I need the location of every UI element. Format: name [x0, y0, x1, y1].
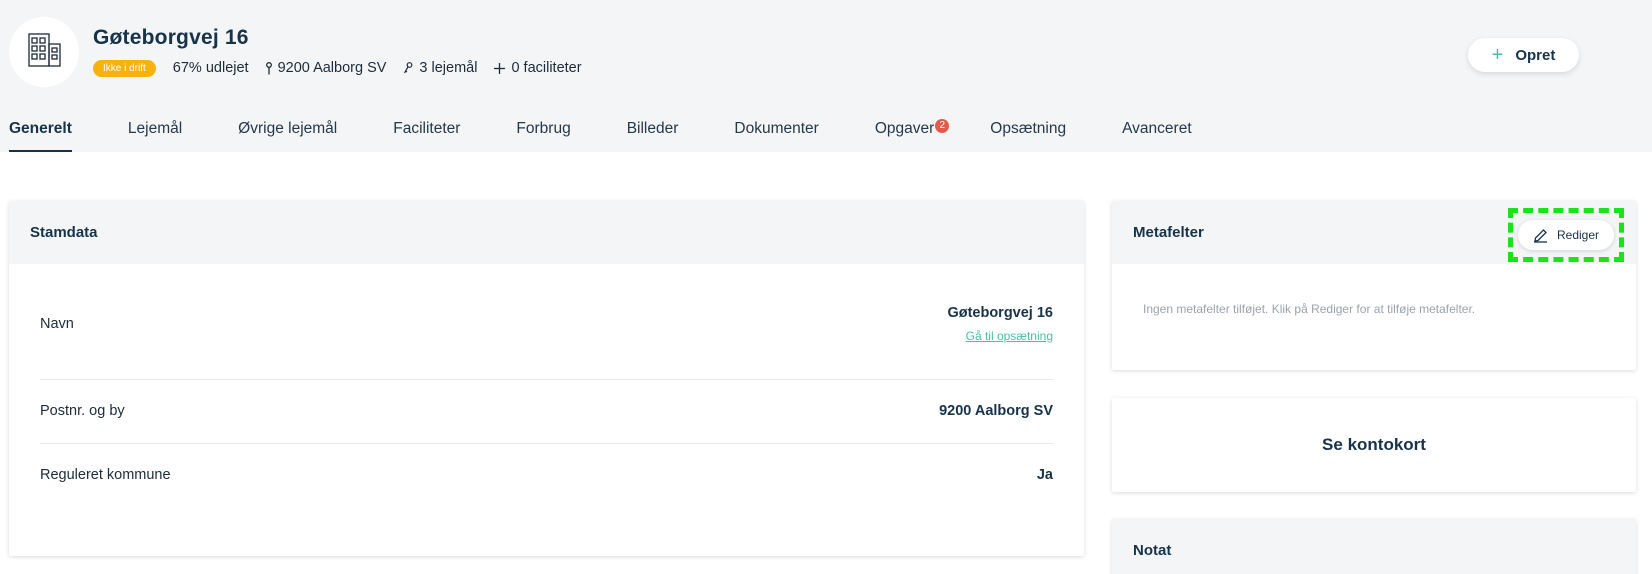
- location-info: 9200 Aalborg SV: [265, 60, 387, 76]
- pencil-icon: [1533, 228, 1547, 243]
- see-account-card-button[interactable]: Se kontokort: [1112, 398, 1636, 492]
- tab-bar: Generelt Lejemål Øvrige lejemål Facilite…: [9, 119, 1248, 152]
- edit-button-label: Rediger: [1556, 228, 1600, 242]
- row-value: Ja: [1036, 467, 1053, 483]
- key-icon: [403, 62, 413, 74]
- tab-dokumenter[interactable]: Dokumenter: [734, 120, 818, 152]
- tab-lejemaal[interactable]: Lejemål: [128, 120, 182, 152]
- row-divider: [40, 443, 1053, 444]
- pin-icon: [265, 61, 272, 75]
- tab-opsaetning[interactable]: Opsætning: [990, 120, 1066, 152]
- notification-count-badge: 2: [935, 119, 950, 133]
- edit-button-highlight: Rediger: [1508, 208, 1624, 262]
- edit-button[interactable]: Rediger: [1518, 220, 1614, 250]
- create-button-label: Opret: [1515, 46, 1556, 64]
- page-header: Gøteborgvej 16 Ikke i drift 67% udlejet …: [0, 0, 1652, 152]
- plus-icon: [494, 62, 506, 74]
- row-divider: [40, 379, 1053, 380]
- tab-generelt[interactable]: Generelt: [9, 120, 72, 152]
- stamdata-row-navn: Navn Gøteborgvej 16 Gå til opsætning: [40, 305, 1053, 343]
- status-badge: Ikke i drift: [93, 59, 156, 77]
- tab-billeder[interactable]: Billeder: [627, 120, 679, 152]
- metafelter-card: Metafelter Rediger Ingen metafelter tilf…: [1112, 201, 1636, 370]
- plus-icon: +: [1491, 44, 1504, 66]
- leases-info: 3 lejemål: [403, 60, 477, 76]
- notat-card: Notat: [1112, 519, 1636, 574]
- property-avatar: [9, 17, 79, 87]
- building-icon: [26, 32, 62, 73]
- row-label: Postnr. og by: [40, 403, 125, 419]
- create-button[interactable]: + Opret: [1468, 38, 1579, 72]
- facilities-info: 0 faciliteter: [494, 60, 582, 76]
- stamdata-card: Stamdata Navn Gøteborgvej 16 Gå til opsæ…: [9, 201, 1084, 556]
- see-account-card-label: Se kontokort: [1322, 435, 1426, 454]
- tab-faciliteter[interactable]: Faciliteter: [393, 120, 460, 152]
- notat-title: Notat: [1112, 519, 1636, 574]
- tab-oevrige-lejemaal[interactable]: Øvrige lejemål: [238, 120, 337, 152]
- leases-text: 3 lejemål: [419, 60, 478, 76]
- location-text: 9200 Aalborg SV: [277, 60, 387, 76]
- stamdata-row-kommune: Reguleret kommune Ja: [40, 467, 1053, 483]
- page-title: Gøteborgvej 16: [93, 26, 249, 49]
- occupancy-info: 67% udlejet: [173, 60, 249, 76]
- facilities-text: 0 faciliteter: [511, 60, 582, 76]
- go-to-setup-link[interactable]: Gå til opsætning: [947, 329, 1053, 343]
- row-label: Reguleret kommune: [40, 467, 171, 483]
- tab-avanceret[interactable]: Avanceret: [1122, 120, 1192, 152]
- row-value: Gøteborgvej 16 Gå til opsætning: [947, 305, 1053, 343]
- stamdata-row-postnr: Postnr. og by 9200 Aalborg SV: [40, 403, 1053, 419]
- tab-opgaver[interactable]: Opgaver 2: [874, 119, 950, 152]
- tab-opgaver-label: Opgaver: [874, 120, 935, 137]
- property-summary: Ikke i drift 67% udlejet 9200 Aalborg SV…: [93, 58, 599, 78]
- stamdata-title: Stamdata: [9, 201, 1084, 264]
- occupancy-text: 67% udlejet: [172, 60, 249, 76]
- metafelter-empty-message: Ingen metafelter tilføjet. Klik på Redig…: [1143, 302, 1476, 316]
- row-value: 9200 Aalborg SV: [939, 403, 1053, 419]
- tab-forbrug[interactable]: Forbrug: [516, 120, 570, 152]
- row-label: Navn: [40, 316, 74, 332]
- row-value-text: Gøteborgvej 16: [947, 305, 1053, 321]
